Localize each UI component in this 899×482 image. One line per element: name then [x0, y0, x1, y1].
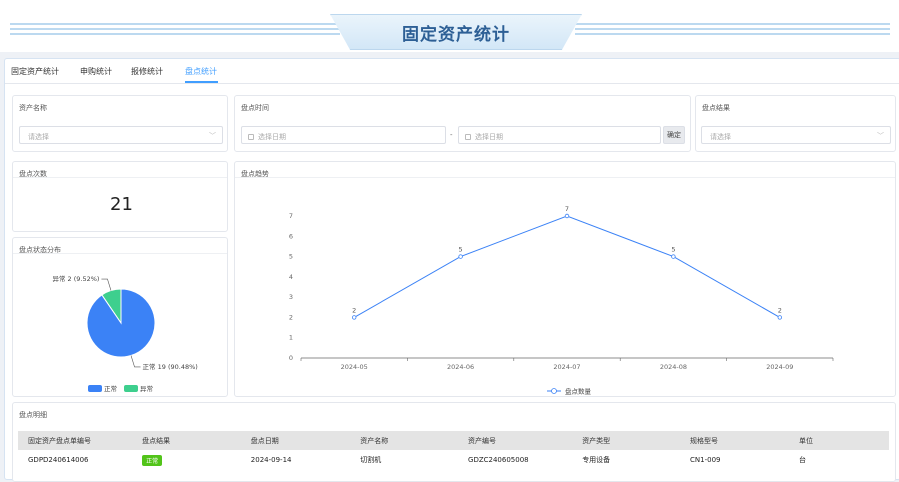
tab-repair-stats[interactable]: 报修统计: [131, 66, 163, 77]
end-date-placeholder: 选择日期: [475, 133, 503, 141]
asset-name-label: 资产名称: [19, 104, 47, 112]
legend-label[interactable]: 异常: [140, 384, 153, 393]
pie-slice-label: 正常 19 (90.48%): [143, 362, 198, 371]
legend-swatch: [124, 385, 138, 392]
column-header[interactable]: 盘点日期: [240, 431, 351, 450]
legend-swatch: [88, 385, 102, 392]
column-header[interactable]: 固定资产盘点单编号: [18, 431, 133, 450]
y-tick-label: 2: [289, 313, 293, 321]
data-label: 5: [671, 246, 675, 254]
start-date-placeholder: 选择日期: [258, 133, 286, 141]
pie-label-line: [130, 355, 141, 368]
asset-name-placeholder: 请选择: [28, 133, 49, 141]
inventory-count-value: 21: [110, 194, 133, 215]
data-label: 7: [565, 205, 569, 213]
table-row[interactable]: GDPD240614006 正常 2024-09-14 切割机 GDZC24060500…: [18, 450, 889, 470]
legend-label[interactable]: 正常: [104, 384, 117, 393]
table-cell: GDPD240614006: [28, 456, 89, 464]
inventory-result-filter-card: 盘点结果 请选择 ﹀: [695, 95, 896, 152]
y-tick-label: 1: [289, 334, 293, 342]
inventory-detail-table: 固定资产盘点单编号 盘点结果 盘点日期 资产名称 资产编号 资产类型 规格型号 单位 GDPD…: [18, 431, 889, 470]
status-distribution-card: 盘点状态分布 异常 2 (9.52%) 正常 19 (90.48%) 正常 异常: [12, 237, 228, 397]
page-title-box: 固定资产统计: [330, 14, 582, 50]
end-date-input[interactable]: 选择日期: [458, 126, 661, 144]
x-tick-label: 2024-07: [553, 363, 580, 371]
inventory-result-select[interactable]: 请选择 ﹀: [701, 126, 891, 144]
legend-marker: [551, 388, 557, 394]
y-tick-label: 5: [289, 253, 293, 261]
tab-asset-stats[interactable]: 固定资产统计: [11, 66, 59, 77]
chevron-down-icon: ﹀: [209, 132, 216, 140]
tab-inventory-stats[interactable]: 盘点统计: [185, 66, 217, 77]
y-tick-label: 3: [289, 293, 293, 301]
x-tick-label: 2024-06: [447, 363, 474, 371]
column-header[interactable]: 盘点结果: [132, 431, 241, 450]
inventory-trend-title: 盘点趋势: [235, 162, 895, 178]
active-tab-indicator: [185, 81, 218, 83]
banner-lines-left: [10, 23, 340, 39]
inventory-result-label: 盘点结果: [702, 104, 730, 112]
table-cell: 切割机: [360, 456, 382, 464]
status-pie-chart: 异常 2 (9.52%) 正常 19 (90.48%) 正常 异常: [52, 274, 198, 393]
inventory-result-placeholder: 请选择: [710, 133, 731, 141]
legend-label[interactable]: 盘点数量: [565, 387, 592, 396]
calendar-icon: [465, 134, 471, 140]
pie-slice-label: 异常 2 (9.52%): [52, 274, 99, 283]
series-line: [353, 215, 781, 318]
data-point[interactable]: [351, 315, 357, 320]
x-tick-label: 2024-08: [660, 363, 687, 371]
data-label: 2: [778, 306, 782, 314]
inventory-detail-card: 盘点明细 固定资产盘点单编号 盘点结果 盘点日期 资产名称 资产编号 资产类型 规格型号 单位…: [12, 402, 896, 482]
status-distribution-title: 盘点状态分布: [13, 238, 227, 254]
inventory-count-card: 盘点次数 21: [12, 161, 228, 232]
inventory-detail-title: 盘点明细: [19, 411, 47, 419]
data-point[interactable]: [777, 315, 782, 320]
column-header[interactable]: 资产编号: [458, 431, 573, 450]
inventory-time-filter-card: 盘点时间 选择日期 - 选择日期 确定: [234, 95, 691, 152]
pie-label-line: [101, 278, 112, 291]
column-header[interactable]: 资产类型: [572, 431, 681, 450]
column-header[interactable]: 规格型号: [680, 431, 790, 450]
y-tick-label: 6: [289, 232, 293, 240]
column-header[interactable]: 资产名称: [350, 431, 459, 450]
date-range-separator: -: [450, 131, 453, 139]
page-banner: 固定资产统计: [0, 0, 899, 52]
column-header[interactable]: 单位: [789, 431, 889, 450]
table-cell: 2024-09-14: [250, 456, 292, 464]
confirm-date-button[interactable]: 确定: [663, 126, 685, 144]
table-cell: 正常: [132, 450, 241, 470]
tab-purchase-stats[interactable]: 申购统计: [80, 66, 112, 77]
start-date-input[interactable]: 选择日期: [241, 126, 446, 144]
y-tick-label: 0: [289, 354, 293, 362]
page-title: 固定资产统计: [402, 24, 510, 45]
y-tick-label: 7: [289, 212, 293, 220]
table-header-row: 固定资产盘点单编号 盘点结果 盘点日期 资产名称 资产编号 资产类型 规格型号 单位: [18, 431, 889, 450]
pie-slice-normal[interactable]: [86, 288, 156, 358]
table-cell: 台: [799, 456, 807, 464]
inventory-time-label: 盘点时间: [241, 104, 269, 112]
data-point[interactable]: [671, 254, 676, 259]
table-cell: CN1-009: [690, 456, 721, 464]
table-cell: 专用设备: [582, 456, 611, 464]
x-tick-label: 2024-09: [766, 363, 793, 371]
main-panel: 固定资产统计 申购统计 报修统计 盘点统计 资产名称 请选择 ﹀ 盘点时间 选择…: [4, 58, 899, 482]
table-body: GDPD240614006 正常 2024-09-14 切割机 GDZC24060500…: [18, 450, 889, 470]
x-tick-label: 2024-05: [341, 363, 368, 371]
calendar-icon: [248, 134, 254, 140]
y-tick-label: 4: [289, 273, 293, 281]
asset-name-filter-card: 资产名称 请选择 ﹀: [12, 95, 228, 152]
inventory-count-label: 盘点次数: [13, 162, 227, 178]
banner-lines-right: [575, 23, 890, 39]
status-badge: 正常: [142, 454, 163, 466]
table-cell: GDZC240605008: [468, 456, 529, 464]
chevron-down-icon: ﹀: [877, 132, 884, 140]
asset-name-select[interactable]: 请选择 ﹀: [19, 126, 223, 144]
data-label: 2: [352, 306, 356, 314]
inventory-trend-card: 盘点趋势 0 1 2 3 4 5 6 7 2024-05 2024-06 2024-07 2024-0…: [234, 161, 896, 397]
data-point[interactable]: [564, 213, 570, 219]
data-point[interactable]: [458, 254, 463, 259]
tab-bar: 固定资产统计 申购统计 报修统计 盘点统计: [5, 59, 899, 84]
inventory-trend-chart: 0 1 2 3 4 5 6 7 2024-05 2024-06 2024-07 2024-08 2024…: [289, 205, 834, 396]
data-label: 5: [459, 246, 463, 254]
